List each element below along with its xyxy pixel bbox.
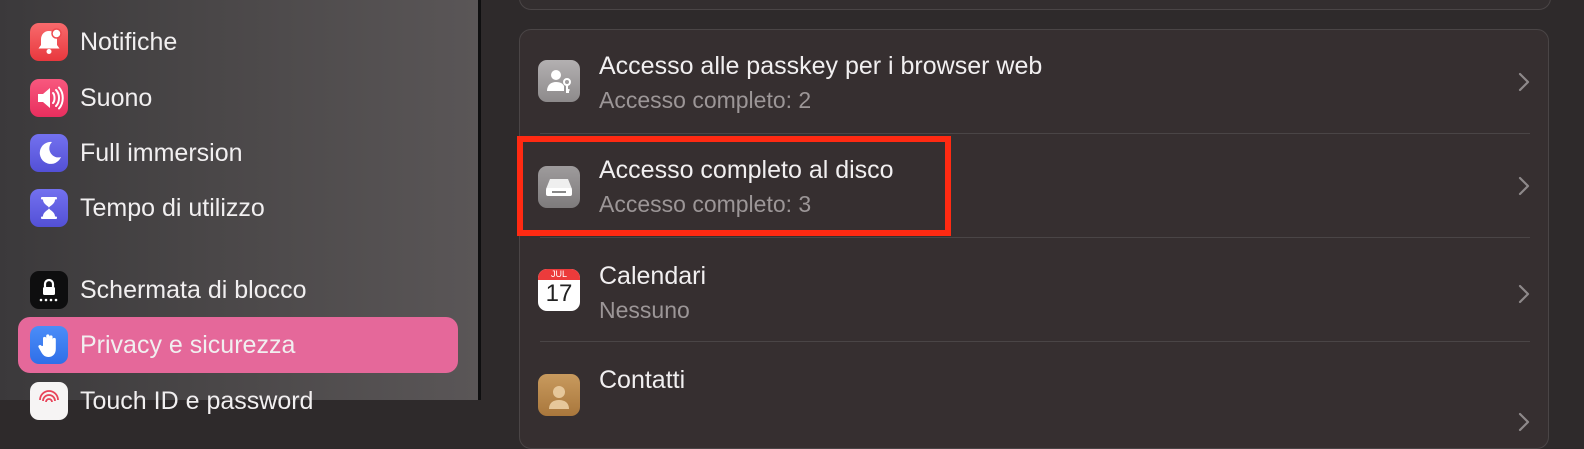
sidebar-item-full-immersion[interactable]: Full immersion: [18, 125, 458, 181]
previous-section-card: [519, 0, 1551, 10]
sidebar-item-privacy-e-sicurezza[interactable]: Privacy e sicurezza: [18, 317, 458, 373]
calendar-icon: JUL 17: [538, 269, 580, 311]
row-subtitle: Nessuno: [599, 297, 690, 323]
hourglass-icon: [30, 189, 68, 227]
sidebar-item-suono[interactable]: Suono: [18, 70, 458, 126]
row-title: Accesso alle passkey per i browser web: [599, 52, 1043, 80]
highlight-box: [517, 136, 951, 236]
moon-icon: [30, 134, 68, 172]
sidebar: Notifiche Suono Full immersion Tempo di …: [0, 0, 478, 420]
row-title: Contatti: [599, 366, 686, 394]
calendar-day: 17: [545, 280, 573, 307]
sidebar-item-label: Privacy e sicurezza: [80, 330, 296, 359]
chevron-right-icon: [1518, 412, 1530, 432]
chevron-right-icon: [1518, 176, 1530, 196]
sidebar-item-touch-id-e-password[interactable]: Touch ID e password: [18, 373, 458, 429]
bell-icon: [30, 23, 68, 61]
sidebar-item-tempo-di-utilizzo[interactable]: Tempo di utilizzo: [18, 180, 458, 236]
chevron-right-icon: [1518, 72, 1530, 92]
sidebar-item-label: Tempo di utilizzo: [80, 193, 265, 222]
sidebar-item-label: Schermata di blocco: [80, 275, 307, 304]
row-title: Calendari: [599, 262, 707, 290]
fingerprint-icon: [30, 382, 68, 420]
list-row-passkey[interactable]: Accesso alle passkey per i browser web A…: [520, 30, 1550, 134]
list-row-calendari[interactable]: JUL 17 Calendari Nessuno: [520, 238, 1550, 342]
sidebar-item-label: Notifiche: [80, 27, 178, 56]
sidebar-item-notifiche[interactable]: Notifiche: [18, 14, 458, 70]
chevron-right-icon: [1518, 284, 1530, 304]
sidebar-item-label: Full immersion: [80, 138, 243, 167]
sidebar-item-schermata-di-blocco[interactable]: Schermata di blocco: [18, 262, 458, 318]
contacts-icon: [538, 374, 580, 416]
row-subtitle: Accesso completo: 2: [599, 87, 812, 113]
list-row-contatti[interactable]: Contatti: [520, 342, 1550, 446]
hand-icon: [30, 326, 68, 364]
sidebar-item-label: Suono: [80, 83, 153, 112]
speaker-icon: [30, 79, 68, 117]
lock-screen-icon: [30, 271, 68, 309]
passkey-user-icon: [538, 60, 580, 102]
privacy-list-card: Accesso alle passkey per i browser web A…: [519, 29, 1549, 449]
calendar-month: JUL: [538, 269, 580, 280]
sidebar-item-label: Touch ID e password: [80, 386, 314, 415]
